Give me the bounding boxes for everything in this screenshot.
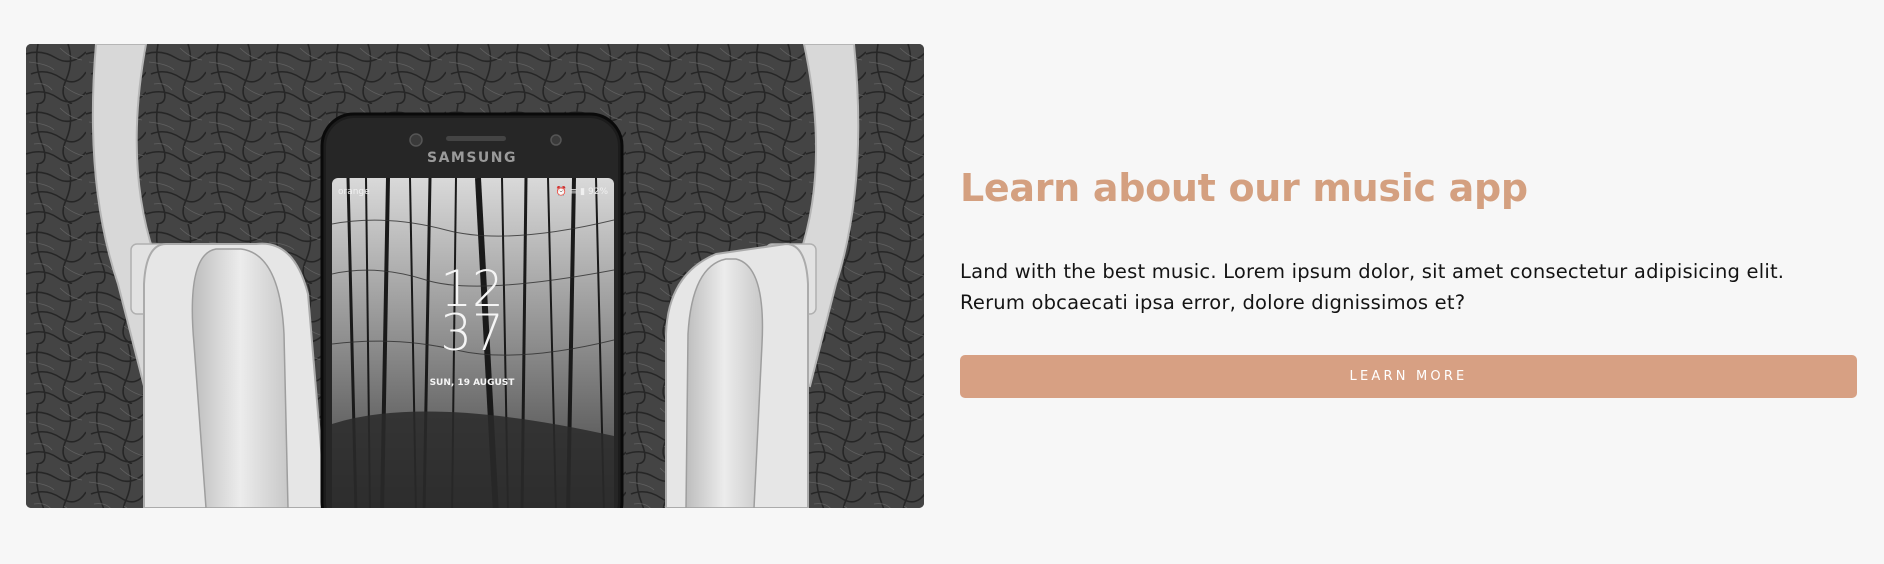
feature-section: SAMSUNG orange ⏰ ≡ ▮ 92% 12 37 SUN, 19 A… xyxy=(0,0,1884,564)
learn-more-button[interactable]: LEARN MORE xyxy=(960,355,1857,398)
phone-brand-label: SAMSUNG xyxy=(427,150,517,166)
feature-content: Learn about our music app Land with the … xyxy=(960,160,1858,398)
feature-description: Land with the best music. Lorem ipsum do… xyxy=(960,260,1785,314)
carrier-label: orange xyxy=(338,187,370,197)
phone-headphones-photo: SAMSUNG orange ⏰ ≡ ▮ 92% 12 37 SUN, 19 A… xyxy=(26,44,924,508)
feature-image: SAMSUNG orange ⏰ ≡ ▮ 92% 12 37 SUN, 19 A… xyxy=(26,44,924,508)
feature-heading: Learn about our music app xyxy=(960,166,1528,210)
lockscreen-minutes: 37 xyxy=(440,304,504,362)
lockscreen-date: SUN, 19 AUGUST xyxy=(430,378,516,388)
phone-status-icons: ⏰ ≡ ▮ 92% xyxy=(556,185,609,197)
